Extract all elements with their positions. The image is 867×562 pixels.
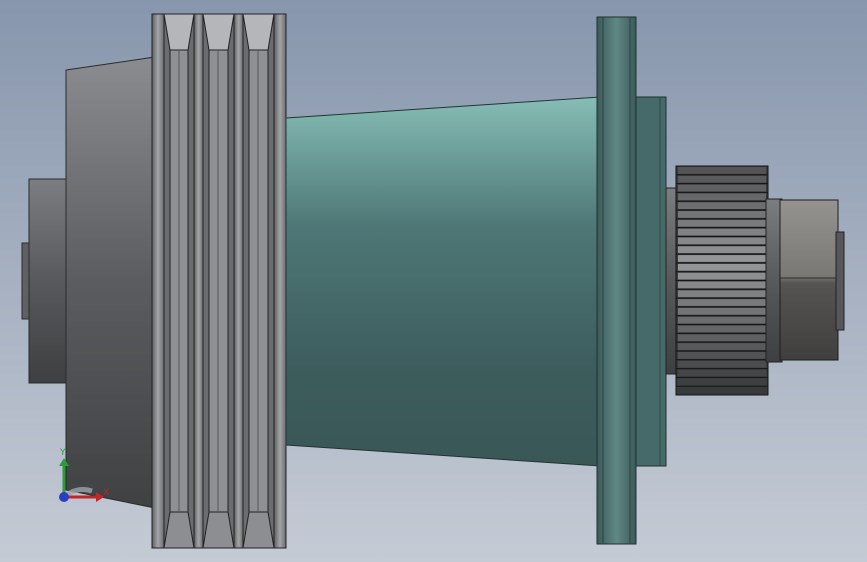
gear-tooth: [678, 334, 766, 342]
gear-tooth: [678, 211, 766, 218]
gear-tooth: [678, 202, 766, 210]
z-axis-dot: [59, 492, 69, 502]
gear-tooth: [678, 325, 766, 333]
pulley-hub: [65, 56, 156, 509]
gear-tooth: [678, 237, 766, 245]
gear-tooth: [678, 175, 766, 183]
gear-tooth: [678, 369, 766, 377]
gear-tooth: [678, 378, 766, 386]
hex-nut: [779, 199, 845, 361]
gear-tooth: [678, 272, 766, 280]
gear-tooth: [678, 246, 766, 254]
gear-tooth: [678, 290, 766, 298]
gear-tooth: [678, 360, 766, 368]
y-axis-label: Y: [59, 448, 66, 458]
model-canvas[interactable]: X Y: [0, 0, 867, 562]
gear-tooth: [678, 343, 766, 350]
gear-tooth: [678, 255, 766, 262]
gear-tooth: [678, 351, 766, 359]
gear-tooth: [678, 184, 766, 192]
gear-tooth: [678, 299, 766, 306]
gear-tooth: [678, 281, 766, 289]
spur-gear: [675, 165, 769, 396]
gear-tooth: [678, 316, 766, 324]
v-belt-pulley: [151, 13, 287, 549]
gear-tooth: [678, 193, 766, 201]
conical-housing: [285, 96, 601, 467]
gear-tooth: [678, 219, 766, 227]
gear-tooth: [678, 387, 766, 394]
gear-tooth: [678, 228, 766, 236]
gear-teeth: [676, 165, 768, 394]
left-shaft: [21, 178, 70, 384]
gear-tooth: [678, 167, 766, 174]
gear-tooth: [678, 307, 766, 315]
gear-tooth: [678, 263, 766, 271]
x-axis-label: X: [103, 488, 109, 498]
cad-viewport[interactable]: X Y: [0, 0, 867, 562]
